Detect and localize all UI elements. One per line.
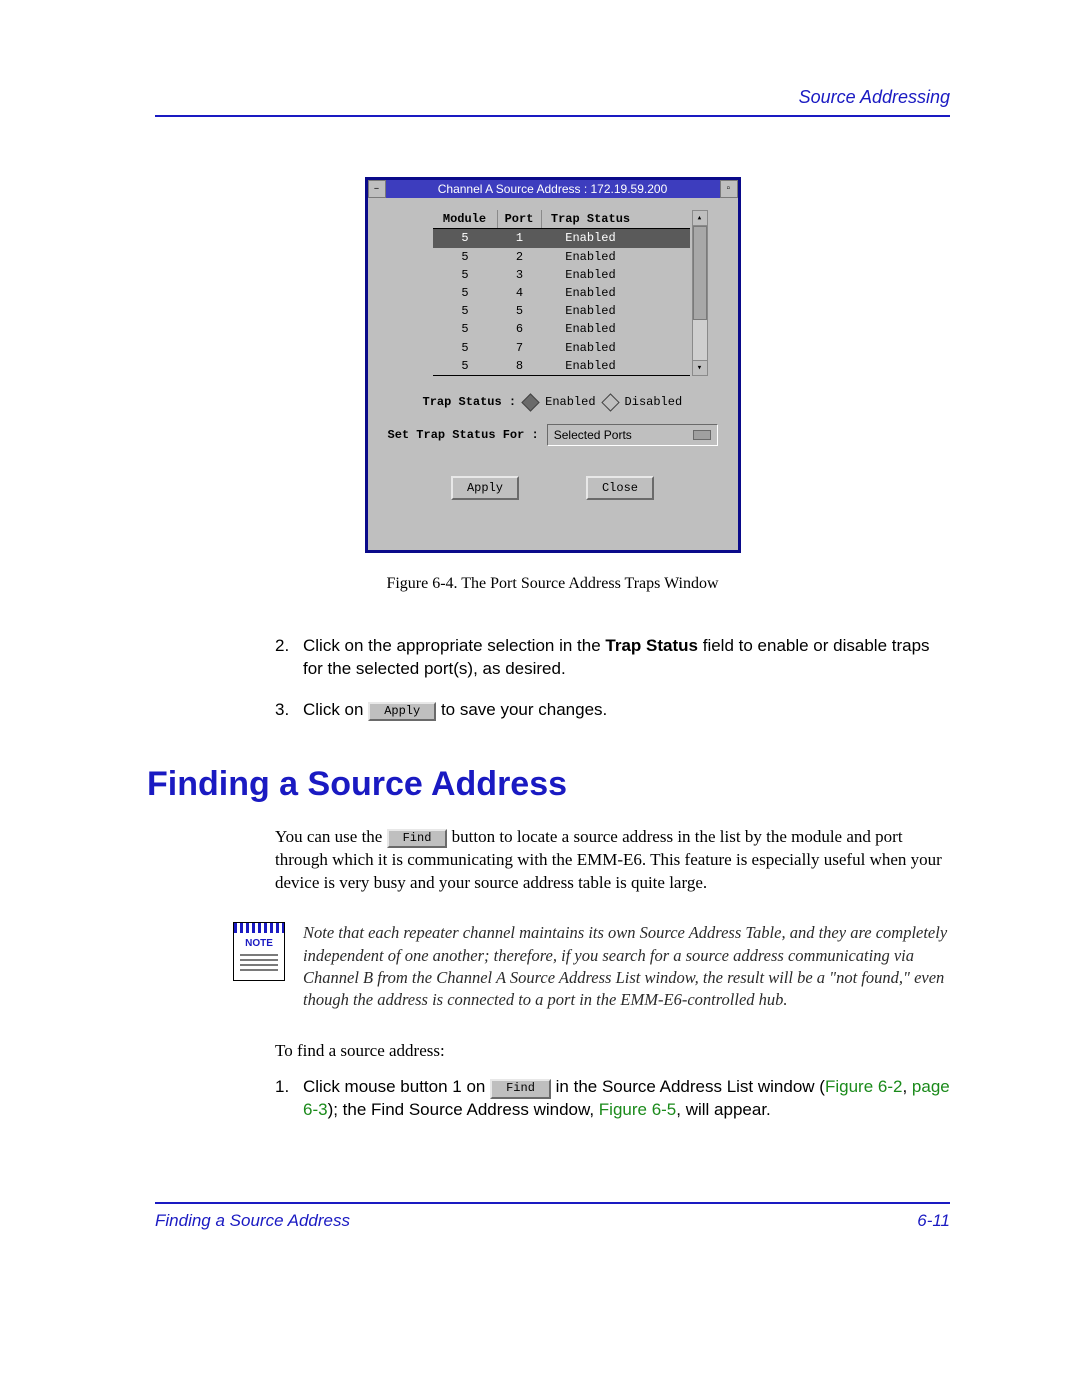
cell-port: 3 xyxy=(498,266,542,284)
table-row[interactable]: 51Enabled xyxy=(433,229,690,247)
cell-status: Enabled xyxy=(542,320,640,338)
table-scrollbar[interactable]: ▴ ▾ xyxy=(692,210,708,376)
cell-status: Enabled xyxy=(542,339,640,357)
footer-right: 6-11 xyxy=(917,1210,950,1233)
note-label: NOTE xyxy=(234,937,284,951)
step-3: 3. Click on Apply to save your changes. xyxy=(275,699,950,722)
note-block: NOTE Note that each repeater channel mai… xyxy=(233,922,950,1011)
note-icon: NOTE xyxy=(233,922,285,981)
cell-port: 7 xyxy=(498,339,542,357)
cell-port: 5 xyxy=(498,302,542,320)
set-trap-status-value: Selected Ports xyxy=(554,427,632,443)
cell-port: 1 xyxy=(498,229,542,247)
col-trap-status: Trap Status xyxy=(542,210,640,228)
figure-caption: Figure 6-4. The Port Source Address Trap… xyxy=(155,573,950,595)
window-menu-button[interactable]: – xyxy=(368,180,386,198)
link-figure-6-2[interactable]: Figure 6-2 xyxy=(825,1077,902,1096)
cell-module: 5 xyxy=(433,229,498,247)
text: in the Source Address List window ( xyxy=(556,1077,825,1096)
cell-module: 5 xyxy=(433,320,498,338)
procedure-intro: To find a source address: xyxy=(275,1040,950,1063)
table-row[interactable]: 54Enabled xyxy=(433,284,690,302)
close-button[interactable]: Close xyxy=(586,476,654,500)
cell-port: 6 xyxy=(498,320,542,338)
cell-module: 5 xyxy=(433,302,498,320)
text: Click mouse button 1 on xyxy=(303,1077,490,1096)
set-trap-status-row: Set Trap Status For : Selected Ports xyxy=(388,424,718,446)
text: , xyxy=(902,1077,911,1096)
intro-paragraph: You can use the Find button to locate a … xyxy=(275,826,950,895)
note-coil-icon xyxy=(234,923,284,933)
table-row[interactable]: 56Enabled xyxy=(433,320,690,338)
table-header-row: Module Port Trap Status xyxy=(433,210,690,229)
step-1: 1. Click mouse button 1 on Find in the S… xyxy=(275,1076,950,1122)
note-text: Note that each repeater channel maintain… xyxy=(303,922,950,1011)
radio-disabled-label: Disabled xyxy=(625,394,683,410)
table-row[interactable]: 58Enabled xyxy=(433,357,690,375)
header-rule xyxy=(155,115,950,117)
cell-module: 5 xyxy=(433,339,498,357)
cell-port: 4 xyxy=(498,284,542,302)
link-figure-6-5[interactable]: Figure 6-5 xyxy=(599,1100,676,1119)
set-trap-status-label: Set Trap Status For : xyxy=(388,427,539,443)
cell-status: Enabled xyxy=(542,357,640,375)
text: , will appear. xyxy=(676,1100,771,1119)
scroll-down-icon[interactable]: ▾ xyxy=(693,360,707,375)
scroll-track[interactable] xyxy=(693,226,707,360)
window-title: Channel A Source Address : 172.19.59.200 xyxy=(386,180,720,198)
cell-status: Enabled xyxy=(542,266,640,284)
text: Click on the appropriate selection in th… xyxy=(303,636,605,655)
port-source-address-traps-window: – Channel A Source Address : 172.19.59.2… xyxy=(365,177,741,553)
section-heading: Finding a Source Address xyxy=(147,762,950,808)
table-row[interactable]: 53Enabled xyxy=(433,266,690,284)
header-section: Source Addressing xyxy=(155,85,950,109)
cell-module: 5 xyxy=(433,284,498,302)
step-number: 1. xyxy=(275,1076,303,1122)
apply-button[interactable]: Apply xyxy=(451,476,519,500)
trap-status-radio-row: Trap Status : Enabled Disabled xyxy=(423,394,708,410)
cell-status: Enabled xyxy=(542,248,640,266)
find-button-inline: Find xyxy=(490,1079,551,1098)
cell-port: 2 xyxy=(498,248,542,266)
window-titlebar: – Channel A Source Address : 172.19.59.2… xyxy=(368,180,738,198)
step-2: 2. Click on the appropriate selection in… xyxy=(275,635,950,681)
radio-enabled[interactable] xyxy=(521,393,539,411)
cell-module: 5 xyxy=(433,248,498,266)
apply-button-inline: Apply xyxy=(368,702,436,721)
set-trap-status-select[interactable]: Selected Ports xyxy=(547,424,718,446)
window-resize-button[interactable]: ▫ xyxy=(720,180,738,198)
text: Click on xyxy=(303,700,368,719)
trap-status-bold: Trap Status xyxy=(605,636,698,655)
col-module: Module xyxy=(433,210,498,228)
text: ); the Find Source Address window, xyxy=(328,1100,599,1119)
text: You can use the xyxy=(275,827,387,846)
radio-enabled-label: Enabled xyxy=(545,394,595,410)
radio-disabled[interactable] xyxy=(601,393,619,411)
port-table: Module Port Trap Status 51Enabled52Enabl… xyxy=(433,210,690,376)
cell-status: Enabled xyxy=(542,302,640,320)
find-button-inline: Find xyxy=(387,829,448,848)
table-row[interactable]: 57Enabled xyxy=(433,339,690,357)
cell-status: Enabled xyxy=(542,284,640,302)
col-port: Port xyxy=(498,210,542,228)
footer-left: Finding a Source Address xyxy=(155,1210,350,1233)
step-number: 2. xyxy=(275,635,303,681)
cell-status: Enabled xyxy=(542,229,640,247)
cell-module: 5 xyxy=(433,266,498,284)
trap-status-label: Trap Status : xyxy=(423,394,517,410)
page-footer: Finding a Source Address 6-11 xyxy=(155,1202,950,1233)
table-row[interactable]: 52Enabled xyxy=(433,248,690,266)
scroll-thumb[interactable] xyxy=(693,226,707,320)
text: to save your changes. xyxy=(441,700,607,719)
table-row[interactable]: 55Enabled xyxy=(433,302,690,320)
step-number: 3. xyxy=(275,699,303,722)
cell-module: 5 xyxy=(433,357,498,375)
scroll-up-icon[interactable]: ▴ xyxy=(693,211,707,226)
cell-port: 8 xyxy=(498,357,542,375)
dropdown-handle-icon[interactable] xyxy=(693,430,711,440)
